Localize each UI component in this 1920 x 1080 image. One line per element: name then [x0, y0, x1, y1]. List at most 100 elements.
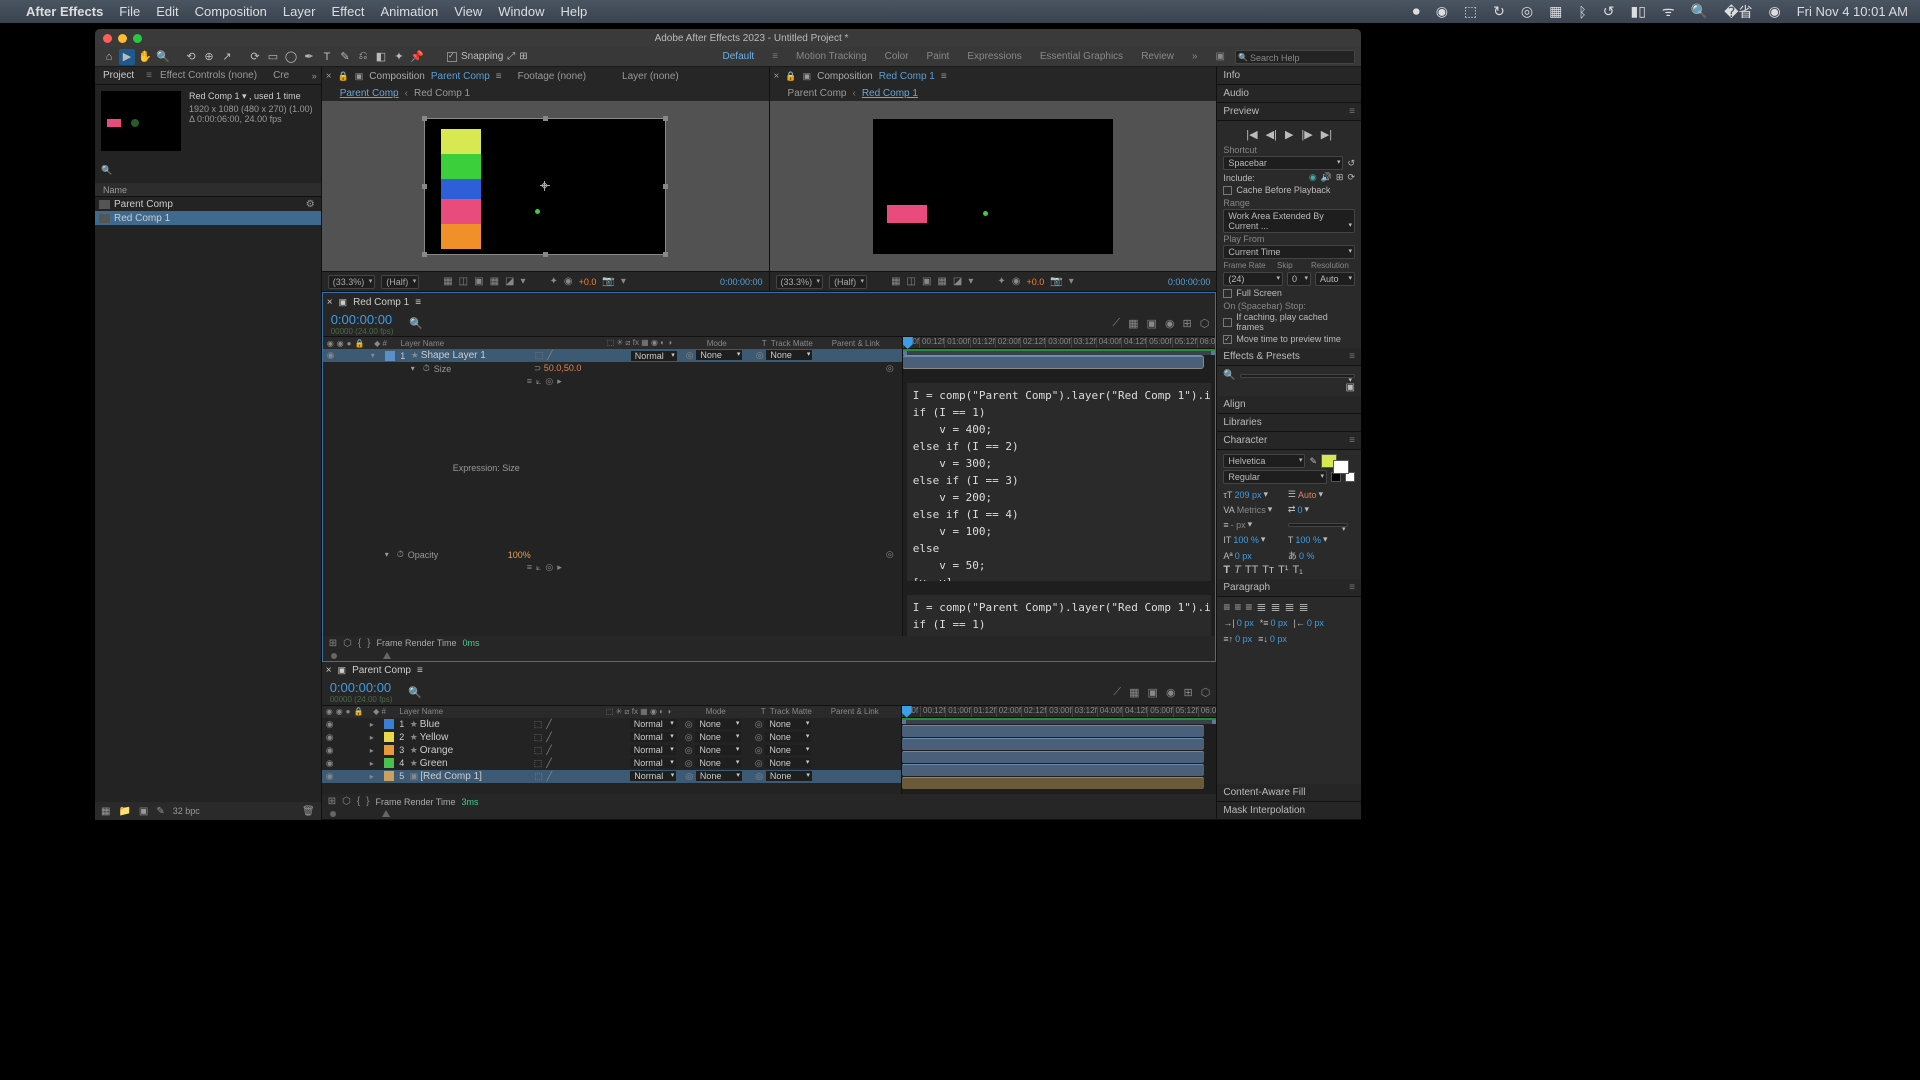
pan-tool-icon[interactable]: ⊕ — [201, 49, 217, 65]
draft3d-icon[interactable]: ✦ — [550, 276, 558, 287]
color-mgmt-icon[interactable]: ◉ — [1012, 276, 1021, 287]
mode-dropdown[interactable]: Normal — [630, 771, 676, 781]
transp-icon[interactable]: ▦ — [490, 276, 499, 287]
menu-window[interactable]: Window — [498, 4, 544, 19]
workspace-default[interactable]: Default — [715, 49, 763, 64]
first-frame-icon[interactable]: |◀ — [1246, 128, 1257, 141]
toggle-out-icon[interactable]: } — [366, 796, 369, 807]
time-navigator[interactable] — [323, 651, 1216, 661]
channel-icon[interactable]: ▾ — [621, 276, 626, 287]
adjust-icon[interactable]: ✎ — [156, 806, 164, 817]
color-mgmt-icon[interactable]: ◉ — [564, 276, 573, 287]
viewer1-close-icon[interactable]: × — [326, 71, 332, 82]
workspace-review[interactable]: Review — [1133, 49, 1182, 64]
toggle-switches-icon[interactable]: ⊞ — [328, 796, 336, 807]
expr-pick-icon[interactable]: ◎ — [545, 376, 553, 387]
panel-paragraph[interactable]: Paragraph — [1223, 582, 1270, 593]
rotate-tool-icon[interactable]: ⟳ — [247, 49, 263, 65]
frame-blend-icon[interactable]: ▣ — [1148, 686, 1158, 699]
cache-checkbox[interactable] — [1223, 186, 1232, 195]
ifcaching-checkbox[interactable] — [1223, 318, 1232, 327]
breadcrumb-parent[interactable]: Parent Comp — [340, 88, 399, 99]
snapshot-icon[interactable]: 📷 — [1050, 276, 1062, 287]
workspace-reset-icon[interactable]: ▣ — [1208, 49, 1233, 64]
spotlight-icon[interactable]: 🔍 — [1691, 3, 1708, 20]
menu-help[interactable]: Help — [560, 4, 587, 19]
opacity-value[interactable]: 100% — [508, 550, 531, 560]
panel-libraries[interactable]: Libraries — [1223, 417, 1261, 428]
roi-icon[interactable]: ▣ — [474, 276, 483, 287]
baseline-value[interactable]: 0 px — [1235, 551, 1252, 561]
menu-edit[interactable]: Edit — [156, 4, 178, 19]
justify-all-icon[interactable]: ≣ — [1299, 600, 1309, 614]
mode-dropdown[interactable]: Normal — [630, 732, 676, 742]
layer-bar[interactable] — [902, 738, 1205, 750]
stroke-value[interactable]: - px — [1231, 520, 1246, 530]
panel-menu-icon[interactable]: ≡ — [415, 297, 421, 308]
allcaps-icon[interactable]: TT — [1245, 564, 1258, 576]
mask-icon[interactable]: ◫ — [459, 276, 468, 287]
res-dropdown[interactable]: (Half) — [829, 275, 867, 289]
reset-icon[interactable]: ↺ — [1347, 158, 1355, 169]
italic-icon[interactable]: T — [1234, 564, 1241, 576]
viewer1-link-icon[interactable]: ▣ — [355, 71, 364, 82]
resolution-dropdown[interactable]: Auto — [1315, 272, 1355, 286]
include-overlay-icon[interactable]: ⊞ — [1336, 172, 1344, 183]
time-navigator[interactable] — [322, 809, 1217, 819]
panel-preview[interactable]: Preview — [1223, 106, 1259, 117]
panel-info[interactable]: Info — [1223, 70, 1240, 81]
moblur-icon[interactable]: ◉ — [1165, 317, 1175, 330]
hand-tool-icon[interactable]: ✋ — [137, 49, 153, 65]
shy-icon[interactable]: ⟋ — [1112, 317, 1120, 330]
toggle-brain-icon[interactable]: ⬡ — [342, 796, 351, 807]
grid-icon[interactable]: ▦ — [891, 276, 900, 287]
viewer1-canvas[interactable] — [322, 101, 769, 271]
align-center-icon[interactable]: ≡ — [1234, 600, 1241, 614]
panel-mask-interp[interactable]: Mask Interpolation — [1223, 805, 1305, 816]
brush-tool-icon[interactable]: ✎ — [337, 49, 353, 65]
expression-editor-opacity[interactable]: I = comp("Parent Comp").layer("Red Comp … — [907, 595, 1212, 636]
panel-audio[interactable]: Audio — [1223, 88, 1249, 99]
frame-blend-icon[interactable]: ▣ — [1147, 317, 1157, 330]
time-ruler[interactable]: :00f00:12f01:00f01:12f02:00f02:12f03:00f… — [903, 337, 1216, 349]
siri-icon[interactable]: ◉ — [1769, 3, 1781, 20]
toggle-in-icon[interactable]: { — [357, 796, 360, 807]
overflow-icon[interactable]: » — [312, 71, 317, 81]
graph-icon[interactable]: ⊞ — [1184, 686, 1193, 699]
cc-icon[interactable]: ◉ — [1436, 3, 1448, 20]
subscript-icon[interactable]: T₁ — [1292, 564, 1302, 576]
folder-icon[interactable]: 📁 — [118, 806, 130, 817]
last-frame-icon[interactable]: ▶| — [1321, 128, 1332, 141]
layer-row[interactable]: ◉ ▸ 1 ★ Blue ⬚╱ Normal ◎ None ◎ None — [322, 718, 901, 731]
expr-graph-icon[interactable]: ⟀ — [536, 562, 541, 573]
eraser-tool-icon[interactable]: ◧ — [373, 49, 389, 65]
range-dropdown[interactable]: Work Area Extended By Current ... — [1223, 209, 1355, 233]
calendar-icon[interactable]: ▦ — [1549, 3, 1562, 20]
align-left-icon[interactable]: ≡ — [1223, 600, 1230, 614]
tab-project[interactable]: Project — [95, 70, 142, 81]
bluetooth-icon[interactable]: ᛒ — [1578, 4, 1586, 20]
current-time[interactable]: 0:00:00:00 — [331, 312, 394, 327]
viewer2-comp-link[interactable]: Red Comp 1 — [879, 71, 935, 82]
tl2-tab[interactable]: Parent Comp — [352, 665, 411, 676]
effects-search[interactable] — [1240, 374, 1355, 378]
transp-icon[interactable]: ▦ — [937, 276, 946, 287]
channel-icon[interactable]: ▾ — [1069, 276, 1074, 287]
parent-dropdown[interactable]: None — [766, 350, 812, 360]
playfrom-dropdown[interactable]: Current Time — [1223, 245, 1355, 259]
depth-label[interactable]: 32 bpc — [173, 806, 200, 816]
superscript-icon[interactable]: T¹ — [1278, 564, 1288, 576]
menu-layer[interactable]: Layer — [283, 4, 316, 19]
prev-frame-icon[interactable]: ◀| — [1266, 128, 1277, 141]
twirl-icon[interactable]: ▾ — [363, 351, 383, 360]
project-search[interactable] — [101, 161, 315, 179]
font-dropdown[interactable]: Helvetica — [1223, 454, 1305, 468]
toggle-switches-icon[interactable]: ⊞ — [329, 638, 337, 649]
workspace-motion[interactable]: Motion Tracking — [788, 49, 875, 64]
skip-dropdown[interactable]: 0 — [1287, 272, 1311, 286]
layer-row[interactable]: ◉ ▸ 4 ★ Green ⬚╱ Normal ◎ None ◎ None — [322, 757, 901, 770]
view-icon[interactable]: ▾ — [968, 276, 973, 287]
tl2-close-icon[interactable]: × — [326, 665, 332, 676]
window-controls[interactable] — [95, 34, 142, 43]
mag-dropdown[interactable]: (33.3%) — [776, 275, 824, 289]
